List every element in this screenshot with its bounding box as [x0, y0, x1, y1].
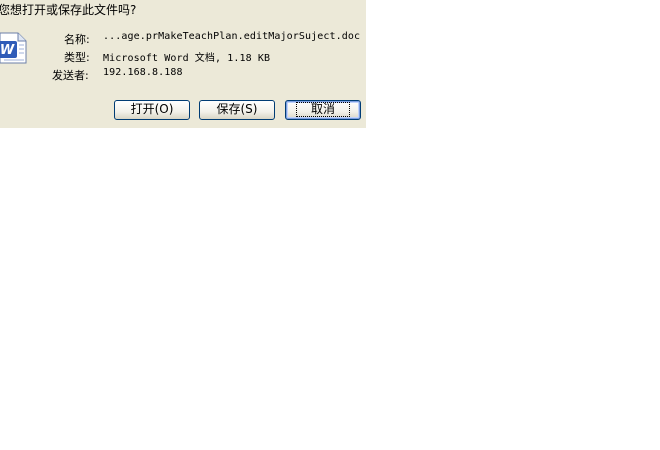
type-value: Microsoft Word 文档, 1.18 KB — [103, 53, 271, 64]
type-label: 类型: — [64, 51, 90, 64]
file-download-dialog: 您想打开或保存此文件吗? W 名称: ...age.prMakeTeachPla… — [0, 0, 366, 128]
sender-label: 发送者: — [52, 69, 89, 82]
cancel-button-label: 取消 — [295, 102, 350, 117]
dialog-question: 您想打开或保存此文件吗? — [0, 3, 137, 17]
open-button[interactable]: 打开(O) — [114, 100, 190, 120]
word-document-icon: W — [0, 32, 27, 64]
svg-text:W: W — [0, 43, 15, 58]
sender-value: 192.168.8.188 — [103, 67, 183, 78]
cancel-button[interactable]: 取消 — [285, 100, 361, 120]
name-value: ...age.prMakeTeachPlan.editMajorSuject.d… — [103, 31, 361, 42]
save-button[interactable]: 保存(S) — [199, 100, 275, 120]
name-label: 名称: — [64, 33, 90, 46]
